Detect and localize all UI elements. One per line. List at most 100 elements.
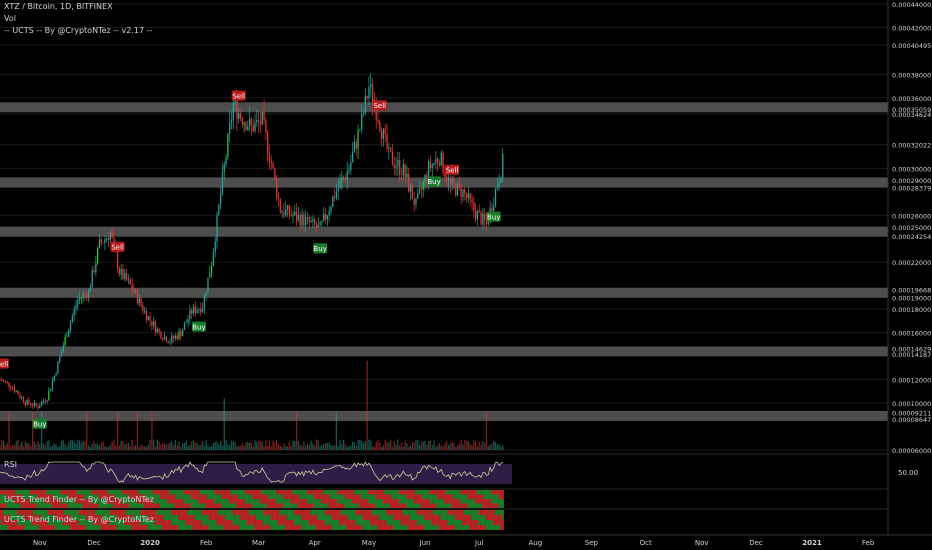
trend-cell [355,515,358,520]
trend-cell [178,520,181,525]
volume-bar [124,444,126,450]
price-axis-tick-label: 0.00016000 [892,330,931,338]
candle-body [370,84,372,87]
trend-cell [409,515,412,520]
candle-body [163,336,166,340]
trend-cell [449,525,452,530]
sell-signal-label: Sell [373,102,386,110]
trend-cell [335,515,338,520]
volume-bar [281,446,283,450]
trend-cell [239,520,242,525]
trend-cell [187,520,190,525]
trend-cell [281,510,284,515]
trend-cell [438,520,441,525]
trend-cell [340,510,343,515]
trend-cell [500,515,503,520]
volume-bar [464,439,466,450]
price-axis-tick-label: 0.00030000 [892,165,931,173]
trend-cell [263,494,266,499]
trend-cell [257,494,260,499]
trend-cell [436,510,439,515]
trend-cell [476,520,479,525]
volume-bar [48,440,50,450]
trend-cell [353,494,356,499]
trend-cell [11,490,14,495]
trend-cell [198,510,201,515]
volume-bar [91,443,93,450]
trend-cell [33,525,36,530]
trend-cell [373,510,376,515]
volume-bar [107,446,110,450]
trend-cell [78,525,81,530]
trend-cell [263,520,266,525]
trend-cell [364,490,367,495]
candle-body [299,215,301,226]
volume-bar [57,446,59,450]
trend-cell [481,499,484,504]
trend-cell [393,520,396,525]
trend-cell [299,520,302,525]
trend-cell [322,494,325,499]
trend-cell [494,515,497,520]
trend-cell [270,499,273,504]
trend-cell [42,490,45,495]
trend-cell [194,510,197,515]
volume-bar [344,444,347,450]
volume-bar [133,446,135,450]
trend-cell [13,503,16,508]
time-axis-tick-label: Jul [474,539,484,547]
trend-cell [355,525,358,530]
candle-body [133,289,135,292]
volume-bar [55,444,57,450]
trend-cell [471,525,474,530]
trend-cell [469,503,472,508]
trend-cell [295,520,298,525]
candle-body [182,330,184,337]
trend-cell [368,499,371,504]
trend-cell [301,525,304,530]
trend-cell [263,499,266,504]
trend-cell [360,499,363,504]
chart-canvas[interactable]: SellBuySellBuySellBuySellBuySellBuy 50.0… [0,0,932,550]
trend-cell [302,510,305,515]
trend-cell [304,520,307,525]
trend-cell [400,515,403,520]
trend-cell [266,515,269,520]
trend-cell [467,494,470,499]
trend-cell [293,515,296,520]
trend-cell [395,520,398,525]
candle-body [404,163,406,178]
candle-body [44,401,46,403]
trend-cell [273,499,277,504]
trend-cell [147,503,150,508]
trend-cell [9,503,12,508]
trend-cell [321,510,324,515]
trend-cell [453,494,456,499]
price-axis-tick-label: 0.00042000 [892,24,931,32]
time-axis-tick-label: Sep [585,539,599,547]
trend-cell [56,525,59,530]
trend-cell [252,499,255,504]
candle-body [409,185,412,192]
trend-cell [286,520,289,525]
candle-body [352,152,354,163]
trend-cell [230,503,233,508]
trend-cell [451,494,454,499]
volume-bar [6,443,8,450]
trend-cell [463,525,466,530]
trend-cell [389,503,392,508]
trend-cell [431,510,434,515]
trend-cell [167,503,170,508]
trend-cell [279,503,282,508]
trend-cell [165,490,168,495]
trend-cell [263,515,266,520]
trend-cell [400,499,403,504]
trend-cell [425,510,428,515]
trend-cell [105,525,108,530]
volume-bar [373,446,376,450]
trend-cell [357,510,360,515]
trend-cell [198,515,201,520]
trend-cell [221,494,224,499]
trend-cell [429,510,432,515]
trend-cell [283,525,286,530]
